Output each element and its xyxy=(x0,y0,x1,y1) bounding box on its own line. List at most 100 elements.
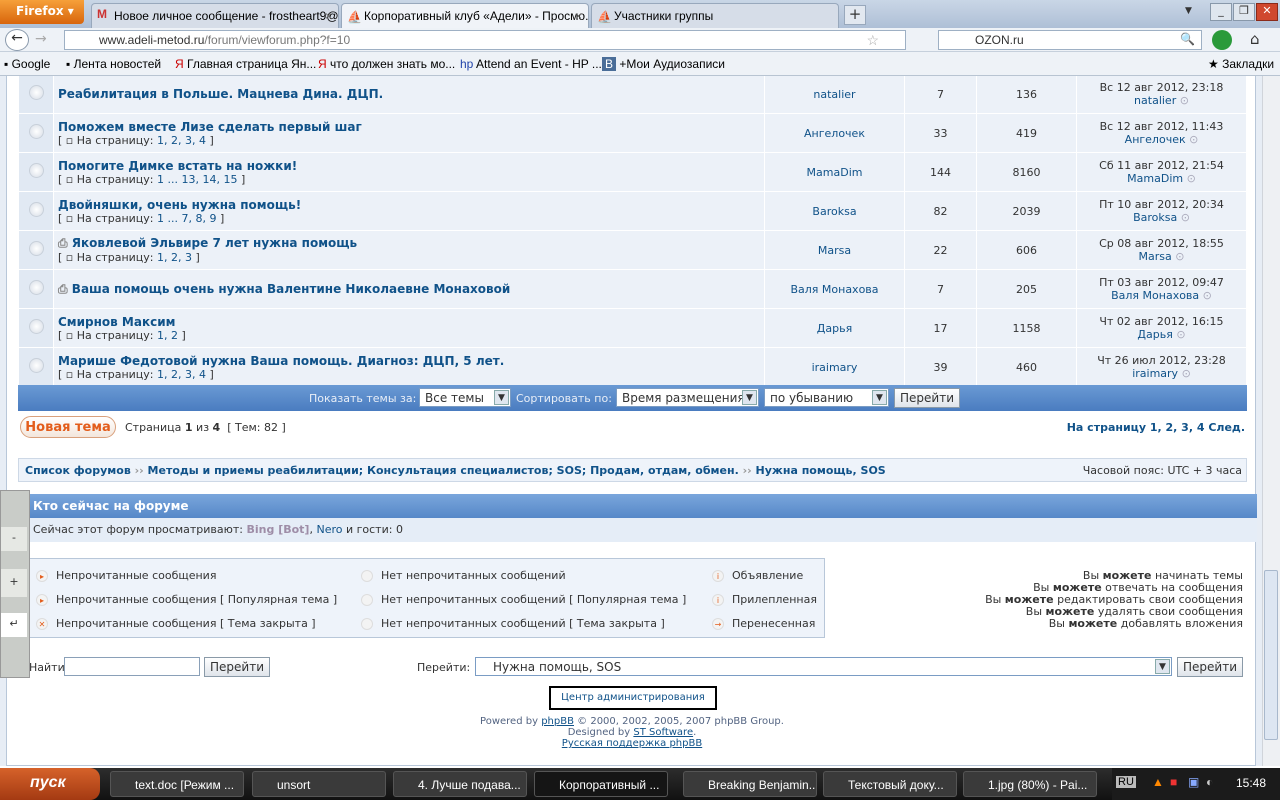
tab-list-icon[interactable]: ▼ xyxy=(1185,6,1192,16)
phpbb-link[interactable]: phpBB xyxy=(541,716,574,727)
breadcrumb-forum-index[interactable]: Список форумов xyxy=(25,464,131,477)
user-nero[interactable]: Nero xyxy=(316,523,342,536)
topic-page-links[interactable]: 1, 2 xyxy=(157,329,178,342)
view-latest-post-icon[interactable]: ⊙ xyxy=(1176,328,1185,341)
start-button[interactable]: пуск xyxy=(0,768,100,800)
topic-author[interactable]: MamaDim xyxy=(764,152,905,192)
scrollbar-thumb[interactable] xyxy=(1264,570,1278,740)
bookmarks-menu[interactable]: ★ Закладки xyxy=(1208,57,1274,71)
taskbar-item[interactable]: Корпоративный ... xyxy=(534,771,668,797)
view-latest-post-icon[interactable]: ⊙ xyxy=(1203,289,1212,302)
search-icon[interactable]: 🔍 xyxy=(1180,32,1195,46)
tab-adeli[interactable]: ⛵ Корпоративный клуб «Адели» - Просмо... × xyxy=(341,3,589,28)
taskbar-item[interactable]: text.doc [Режим ... xyxy=(110,771,244,797)
last-post-author[interactable]: Marsa xyxy=(1139,250,1172,263)
minimize-button[interactable]: _ xyxy=(1210,3,1232,21)
search-input[interactable]: OZON.ru 🔍 xyxy=(938,30,1202,50)
topic-page-links[interactable]: 1 ... 13, 14, 15 xyxy=(157,173,237,186)
show-topics-select[interactable]: Все темы ▼ xyxy=(419,388,511,407)
topic-page-links[interactable]: 1 ... 7, 8, 9 xyxy=(157,212,216,225)
view-latest-post-icon[interactable]: ⊙ xyxy=(1187,172,1196,185)
view-latest-post-icon[interactable]: ⊙ xyxy=(1189,133,1198,146)
topic-author[interactable]: Marsa xyxy=(764,230,905,270)
zoom-in-button[interactable]: + xyxy=(1,569,27,597)
topic-page-links[interactable]: 1, 2, 3, 4 xyxy=(157,134,206,147)
russian-support-link[interactable]: Русская поддержка phpBB xyxy=(562,738,702,749)
network-tray-icon[interactable]: ▣ xyxy=(1188,775,1199,789)
page-links[interactable]: 1, 2, 3, 4 xyxy=(1150,421,1205,434)
tab-group-members[interactable]: ⛵ Участники группы xyxy=(591,3,839,28)
last-post-author[interactable]: natalier xyxy=(1134,94,1176,107)
zoom-out-button[interactable]: - xyxy=(1,527,27,551)
user-bing-bot[interactable]: Bing [Bot] xyxy=(247,523,310,536)
language-indicator[interactable]: RU xyxy=(1116,776,1136,788)
topic-author[interactable]: natalier xyxy=(764,76,905,114)
addon-icon[interactable] xyxy=(1212,30,1232,50)
taskbar-item[interactable]: Текстовый доку... xyxy=(823,771,957,797)
bookmark-yandex[interactable]: Я Главная страница Ян... xyxy=(175,57,316,71)
topic-title-link[interactable]: Марише Федотовой нужна Ваша помощь. Диаг… xyxy=(58,354,504,368)
taskbar-item[interactable]: unsort xyxy=(252,771,386,797)
search-go-button[interactable]: Перейти xyxy=(204,657,270,677)
last-post-author[interactable]: iraimary xyxy=(1132,367,1178,380)
sort-by-select[interactable]: Время размещения ▼ xyxy=(616,388,759,407)
taskbar-item[interactable]: 1.jpg (80%) - Pai... xyxy=(963,771,1097,797)
topic-title-link[interactable]: Ваша помощь очень нужна Валентине Никола… xyxy=(72,282,511,296)
last-post-author[interactable]: Ангелочек xyxy=(1125,133,1186,146)
new-topic-button[interactable]: Новая тема xyxy=(20,416,116,438)
jump-select[interactable]: Нужна помощь, SOS ▼ xyxy=(475,657,1172,676)
taskbar-item[interactable]: Breaking Benjamin... xyxy=(683,771,817,797)
tab-gmail[interactable]: M Новое личное сообщение - frostheart9@..… xyxy=(91,3,339,28)
volume-tray-icon[interactable]: ◐ xyxy=(1206,775,1213,789)
bookmark-hp[interactable]: hp Attend an Event - HP ... xyxy=(460,57,602,71)
vlc-tray-icon[interactable]: ▲ xyxy=(1152,775,1164,789)
topic-title-link[interactable]: Двойняшки, очень нужна помощь! xyxy=(58,198,301,212)
bookmark-yandex-2[interactable]: Я что должен знать мо... xyxy=(318,57,455,71)
topic-author[interactable]: Валя Монахова xyxy=(764,269,905,309)
close-window-button[interactable]: ✕ xyxy=(1256,3,1278,21)
new-tab-button[interactable]: + xyxy=(844,5,866,25)
firefox-menu-button[interactable]: Firefox ▾ xyxy=(0,0,84,24)
topic-title-link[interactable]: Помогите Димке встать на ножки! xyxy=(58,159,297,173)
topic-author[interactable]: Ангелочек xyxy=(764,113,905,153)
restore-button[interactable]: ❐ xyxy=(1233,3,1255,21)
bookmark-star-icon[interactable]: ☆ xyxy=(866,32,879,49)
topic-page-links[interactable]: 1, 2, 3 xyxy=(157,251,192,264)
bookmark-news[interactable]: ▪ Лента новостей xyxy=(66,57,161,71)
topic-title-link[interactable]: Смирнов Максим xyxy=(58,315,175,329)
sort-go-button[interactable]: Перейти xyxy=(894,388,960,408)
last-post-author[interactable]: MamaDim xyxy=(1127,172,1183,185)
topic-page-links[interactable]: 1, 2, 3, 4 xyxy=(157,368,206,381)
bookmark-vk[interactable]: B +Мои Аудиозаписи xyxy=(602,57,725,71)
back-button[interactable]: ← xyxy=(5,29,29,51)
view-latest-post-icon[interactable]: ⊙ xyxy=(1182,367,1191,380)
forward-button[interactable]: → xyxy=(35,31,47,47)
view-latest-post-icon[interactable]: ⊙ xyxy=(1180,94,1189,107)
topic-author[interactable]: Baroksa xyxy=(764,191,905,231)
topic-author[interactable]: Дарья xyxy=(764,308,905,348)
home-icon[interactable]: ⌂ xyxy=(1250,30,1260,48)
antivirus-tray-icon[interactable]: ■ xyxy=(1170,775,1177,789)
url-bar[interactable]: www.adeli-metod.ru/forum/viewforum.php?f… xyxy=(64,30,906,50)
taskbar-item[interactable]: 4. Лучше подава... xyxy=(393,771,527,797)
breadcrumb-category[interactable]: Методы и приемы реабилитации; Консультац… xyxy=(148,464,739,477)
last-post-author[interactable]: Baroksa xyxy=(1133,211,1177,224)
last-post-author[interactable]: Дарья xyxy=(1137,328,1172,341)
close-tab-icon[interactable]: × xyxy=(325,9,332,23)
topic-title-link[interactable]: Реабилитация в Польше. Мацнева Дина. ДЦП… xyxy=(58,87,383,101)
jump-go-button[interactable]: Перейти xyxy=(1177,657,1243,677)
last-post-author[interactable]: Валя Монахова xyxy=(1111,289,1199,302)
breadcrumb-forum[interactable]: Нужна помощь, SOS xyxy=(756,464,886,477)
forum-search-input[interactable] xyxy=(64,657,200,676)
view-latest-post-icon[interactable]: ⊙ xyxy=(1175,250,1184,263)
admin-panel-link[interactable]: Центр администрирования xyxy=(549,686,717,710)
view-latest-post-icon[interactable]: ⊙ xyxy=(1181,211,1190,224)
close-tab-icon[interactable]: × xyxy=(575,9,582,23)
next-page-link[interactable]: След. xyxy=(1208,421,1245,434)
st-software-link[interactable]: ST Software xyxy=(633,727,693,738)
zoom-enter-button[interactable]: ↵ xyxy=(1,613,27,637)
sort-order-select[interactable]: по убыванию ▼ xyxy=(764,388,889,407)
topic-title-link[interactable]: Поможем вместе Лизе сделать первый шаг xyxy=(58,120,362,134)
bookmark-google[interactable]: ▪ Google xyxy=(4,57,50,71)
topic-title-link[interactable]: Яковлевой Эльвире 7 лет нужна помощь xyxy=(72,236,357,250)
